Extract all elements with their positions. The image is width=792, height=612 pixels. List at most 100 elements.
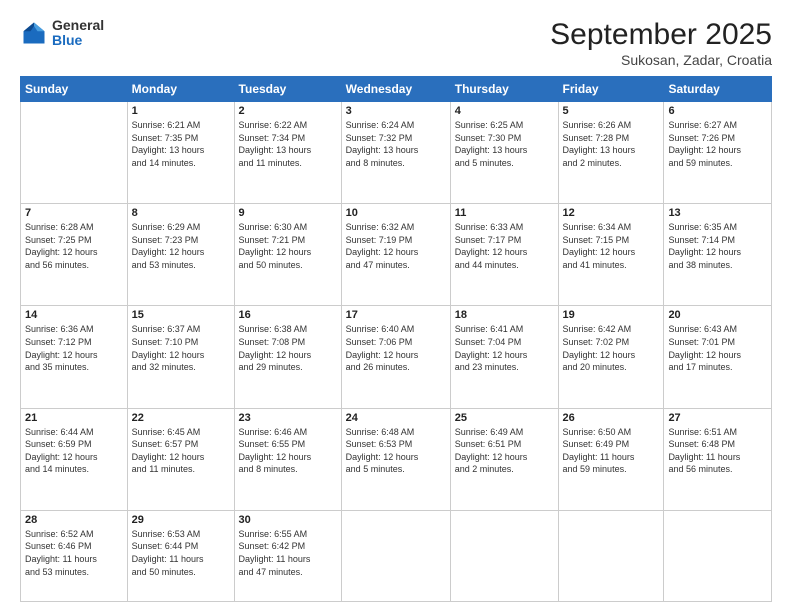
calendar-cell: 15 Sunrise: 6:37 AM Sunset: 7:10 PM Dayli… [127, 306, 234, 408]
day-number: 22 [132, 412, 230, 424]
calendar-header-row: SundayMondayTuesdayWednesdayThursdayFrid… [21, 77, 772, 102]
week-row-2: 7 Sunrise: 6:28 AM Sunset: 7:25 PM Daylig… [21, 204, 772, 306]
day-number: 7 [25, 207, 123, 219]
day-info: Sunrise: 6:48 AM Sunset: 6:53 PM Dayligh… [346, 426, 446, 476]
col-header-sunday: Sunday [21, 77, 128, 102]
calendar-cell: 1 Sunrise: 6:21 AM Sunset: 7:35 PM Daylig… [127, 102, 234, 204]
day-number: 26 [563, 412, 660, 424]
calendar-cell: 11 Sunrise: 6:33 AM Sunset: 7:17 PM Dayli… [450, 204, 558, 306]
day-number: 24 [346, 412, 446, 424]
calendar-cell: 29 Sunrise: 6:53 AM Sunset: 6:44 PM Dayli… [127, 510, 234, 601]
calendar-cell: 7 Sunrise: 6:28 AM Sunset: 7:25 PM Daylig… [21, 204, 128, 306]
week-row-1: 1 Sunrise: 6:21 AM Sunset: 7:35 PM Daylig… [21, 102, 772, 204]
calendar-cell: 3Sunrise: 6:24 AM Sunset: 7:32 PM Daylig… [341, 102, 450, 204]
calendar-cell: 24 Sunrise: 6:48 AM Sunset: 6:53 PM Dayli… [341, 408, 450, 510]
col-header-wednesday: Wednesday [341, 77, 450, 102]
day-info: Sunrise: 6:36 AM Sunset: 7:12 PM Dayligh… [25, 323, 123, 373]
calendar-cell [558, 510, 664, 601]
logo-icon [20, 19, 48, 47]
location: Sukosan, Zadar, Croatia [550, 52, 772, 68]
calendar-cell: 18 Sunrise: 6:41 AM Sunset: 7:04 PM Dayli… [450, 306, 558, 408]
day-number: 6 [668, 105, 767, 117]
calendar-cell: 9 Sunrise: 6:30 AM Sunset: 7:21 PM Daylig… [234, 204, 341, 306]
day-info: Sunrise: 6:44 AM Sunset: 6:59 PM Dayligh… [25, 426, 123, 476]
calendar-cell: 5Sunrise: 6:26 AM Sunset: 7:28 PM Daylig… [558, 102, 664, 204]
page: General Blue September 2025 Sukosan, Zad… [0, 0, 792, 612]
calendar-table: SundayMondayTuesdayWednesdayThursdayFrid… [20, 76, 772, 602]
day-number: 30 [239, 514, 337, 526]
col-header-thursday: Thursday [450, 77, 558, 102]
calendar-cell: 16 Sunrise: 6:38 AM Sunset: 7:08 PM Dayli… [234, 306, 341, 408]
logo: General Blue [20, 18, 104, 49]
week-row-5: 28Sunrise: 6:52 AM Sunset: 6:46 PM Dayli… [21, 510, 772, 601]
calendar-cell: 2Sunrise: 6:22 AM Sunset: 7:34 PM Daylig… [234, 102, 341, 204]
day-number: 21 [25, 412, 123, 424]
day-info: Sunrise: 6:32 AM Sunset: 7:19 PM Dayligh… [346, 221, 446, 271]
day-info: Sunrise: 6:49 AM Sunset: 6:51 PM Dayligh… [455, 426, 554, 476]
day-number: 12 [563, 207, 660, 219]
day-number: 11 [455, 207, 554, 219]
day-info: Sunrise: 6:33 AM Sunset: 7:17 PM Dayligh… [455, 221, 554, 271]
day-info: Sunrise: 6:53 AM Sunset: 6:44 PM Dayligh… [132, 528, 230, 578]
header: General Blue September 2025 Sukosan, Zad… [20, 18, 772, 68]
calendar-cell: 17 Sunrise: 6:40 AM Sunset: 7:06 PM Dayli… [341, 306, 450, 408]
col-header-saturday: Saturday [664, 77, 772, 102]
day-info: Sunrise: 6:50 AM Sunset: 6:49 PM Dayligh… [563, 426, 660, 476]
day-info: Sunrise: 6:37 AM Sunset: 7:10 PM Dayligh… [132, 323, 230, 373]
day-number: 16 [239, 309, 337, 321]
calendar-cell [450, 510, 558, 601]
logo-blue-text: Blue [52, 33, 104, 48]
day-info: Sunrise: 6:51 AM Sunset: 6:48 PM Dayligh… [668, 426, 767, 476]
logo-general-text: General [52, 18, 104, 33]
day-info: Sunrise: 6:27 AM Sunset: 7:26 PM Dayligh… [668, 119, 767, 169]
day-number: 10 [346, 207, 446, 219]
day-number: 19 [563, 309, 660, 321]
day-number: 1 [132, 105, 230, 117]
day-number: 9 [239, 207, 337, 219]
day-number: 18 [455, 309, 554, 321]
calendar-cell: 12 Sunrise: 6:34 AM Sunset: 7:15 PM Dayli… [558, 204, 664, 306]
day-number: 14 [25, 309, 123, 321]
calendar-cell: 26 Sunrise: 6:50 AM Sunset: 6:49 PM Dayli… [558, 408, 664, 510]
title-block: September 2025 Sukosan, Zadar, Croatia [550, 18, 772, 68]
calendar-cell: 22 Sunrise: 6:45 AM Sunset: 6:57 PM Dayli… [127, 408, 234, 510]
calendar-cell: 4 Sunrise: 6:25 AM Sunset: 7:30 PM Daylig… [450, 102, 558, 204]
calendar-cell: 10 Sunrise: 6:32 AM Sunset: 7:19 PM Dayli… [341, 204, 450, 306]
day-info: Sunrise: 6:30 AM Sunset: 7:21 PM Dayligh… [239, 221, 337, 271]
calendar-cell: 8Sunrise: 6:29 AM Sunset: 7:23 PM Daylig… [127, 204, 234, 306]
col-header-friday: Friday [558, 77, 664, 102]
calendar-cell: 30 Sunrise: 6:55 AM Sunset: 6:42 PM Dayli… [234, 510, 341, 601]
day-number: 15 [132, 309, 230, 321]
calendar-cell: 19 Sunrise: 6:42 AM Sunset: 7:02 PM Dayli… [558, 306, 664, 408]
calendar-cell [664, 510, 772, 601]
day-info: Sunrise: 6:34 AM Sunset: 7:15 PM Dayligh… [563, 221, 660, 271]
day-number: 3 [346, 105, 446, 117]
day-info: Sunrise: 6:35 AM Sunset: 7:14 PM Dayligh… [668, 221, 767, 271]
day-number: 17 [346, 309, 446, 321]
calendar-cell: 20Sunrise: 6:43 AM Sunset: 7:01 PM Dayli… [664, 306, 772, 408]
calendar-cell: 21 Sunrise: 6:44 AM Sunset: 6:59 PM Dayli… [21, 408, 128, 510]
col-header-tuesday: Tuesday [234, 77, 341, 102]
week-row-3: 14 Sunrise: 6:36 AM Sunset: 7:12 PM Dayli… [21, 306, 772, 408]
day-info: Sunrise: 6:29 AM Sunset: 7:23 PM Dayligh… [132, 221, 230, 271]
calendar-cell: 13Sunrise: 6:35 AM Sunset: 7:14 PM Dayli… [664, 204, 772, 306]
day-number: 23 [239, 412, 337, 424]
day-number: 4 [455, 105, 554, 117]
calendar-cell: 14 Sunrise: 6:36 AM Sunset: 7:12 PM Dayli… [21, 306, 128, 408]
day-info: Sunrise: 6:28 AM Sunset: 7:25 PM Dayligh… [25, 221, 123, 271]
logo-text: General Blue [52, 18, 104, 49]
week-row-4: 21 Sunrise: 6:44 AM Sunset: 6:59 PM Dayli… [21, 408, 772, 510]
day-info: Sunrise: 6:41 AM Sunset: 7:04 PM Dayligh… [455, 323, 554, 373]
day-number: 29 [132, 514, 230, 526]
day-info: Sunrise: 6:21 AM Sunset: 7:35 PM Dayligh… [132, 119, 230, 169]
calendar-cell [341, 510, 450, 601]
calendar-cell: 28Sunrise: 6:52 AM Sunset: 6:46 PM Dayli… [21, 510, 128, 601]
day-info: Sunrise: 6:38 AM Sunset: 7:08 PM Dayligh… [239, 323, 337, 373]
day-info: Sunrise: 6:55 AM Sunset: 6:42 PM Dayligh… [239, 528, 337, 578]
day-info: Sunrise: 6:45 AM Sunset: 6:57 PM Dayligh… [132, 426, 230, 476]
day-info: Sunrise: 6:26 AM Sunset: 7:28 PM Dayligh… [563, 119, 660, 169]
day-info: Sunrise: 6:40 AM Sunset: 7:06 PM Dayligh… [346, 323, 446, 373]
day-info: Sunrise: 6:25 AM Sunset: 7:30 PM Dayligh… [455, 119, 554, 169]
day-info: Sunrise: 6:42 AM Sunset: 7:02 PM Dayligh… [563, 323, 660, 373]
calendar-cell: 27Sunrise: 6:51 AM Sunset: 6:48 PM Dayli… [664, 408, 772, 510]
